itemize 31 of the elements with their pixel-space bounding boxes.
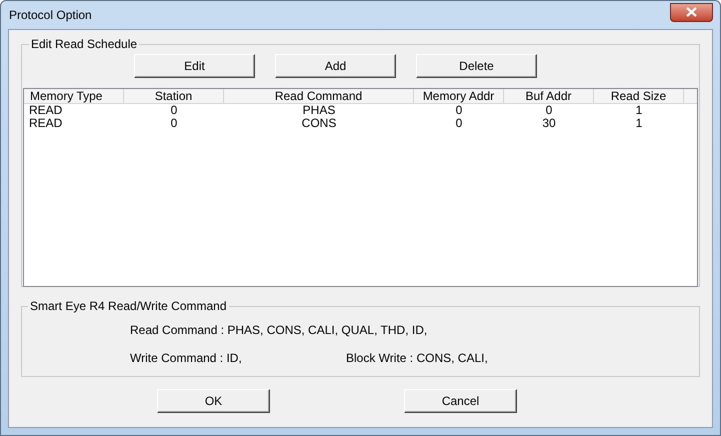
column-header[interactable]: Read Command — [224, 89, 414, 103]
table-cell-text: 0 — [170, 104, 178, 117]
table-cell-text: 0 — [454, 104, 464, 117]
write-command-text: Write Command : ID, — [130, 350, 243, 367]
dialog-button[interactable]: Edit — [134, 54, 255, 78]
table-cell-text: PHAS — [302, 104, 336, 117]
window-title: Protocol Option — [8, 7, 92, 24]
close-icon — [686, 7, 697, 17]
column-header[interactable]: Memory Addr — [414, 89, 504, 103]
table-cell-text: 0 — [170, 117, 178, 130]
group-title: Edit Read Schedule — [30, 36, 138, 53]
column-header[interactable]: Station — [124, 89, 224, 103]
dialog-button[interactable]: Cancel — [404, 389, 517, 413]
table-cell-text: READ — [28, 104, 64, 117]
table-cell-text: CONS — [300, 117, 338, 130]
read-command-text: Read Command : PHAS, CONS, CALI, QUAL, THD, ID, — [130, 322, 428, 339]
table-cell-text: 30 — [541, 117, 557, 130]
block-write-text: Block Write : CONS, CALI, — [346, 350, 488, 367]
table-cell-text: 0 — [454, 117, 464, 130]
table-cell-text: 0 — [544, 104, 554, 117]
column-header[interactable]: Memory Type — [24, 89, 124, 103]
table-cell-text: 1 — [634, 104, 644, 117]
dialog-button[interactable]: Add — [275, 54, 396, 78]
column-header[interactable]: Buf Addr — [504, 89, 594, 103]
group-title: Smart Eye R4 Read/Write Command — [29, 298, 228, 315]
dialog-button[interactable]: OK — [157, 389, 270, 413]
table-cell-text: 1 — [634, 117, 644, 130]
column-header[interactable]: Read Size — [594, 89, 684, 103]
close-button[interactable] — [670, 2, 713, 22]
dialog-button[interactable]: Delete — [416, 54, 537, 78]
table-cell-text: READ — [28, 117, 64, 130]
